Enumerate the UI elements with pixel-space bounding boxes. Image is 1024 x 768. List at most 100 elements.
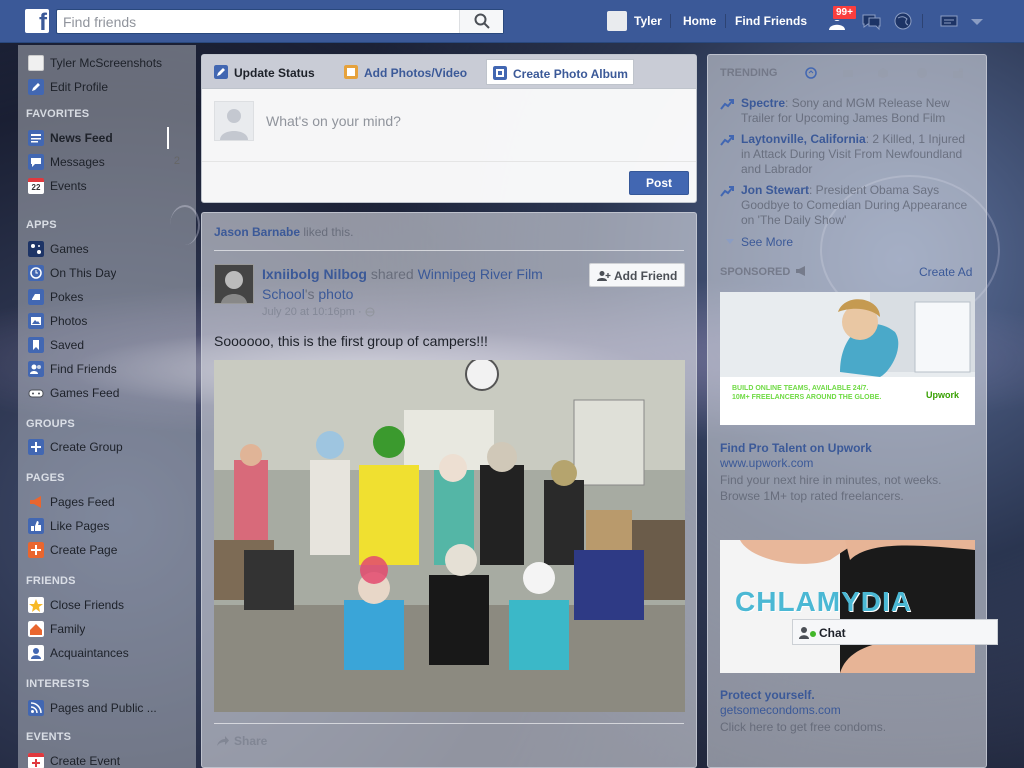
find-friends-link[interactable]: Find Friends [735, 14, 807, 28]
acquaintances-icon [28, 645, 44, 661]
sidebar-item-label: Create Page [50, 543, 118, 557]
trending-politics-icon[interactable] [841, 67, 855, 79]
chat-tab[interactable]: Chat [792, 619, 998, 645]
sidebar-item-label: Tyler McScreenshots [50, 56, 163, 70]
post-photo[interactable] [214, 360, 685, 712]
share-button[interactable]: Share [234, 734, 267, 748]
avatar[interactable] [607, 11, 627, 31]
timestamp[interactable]: July 20 at 10:16pm · [262, 306, 375, 318]
sidebar-item-find-friends[interactable]: Find Friends [28, 360, 188, 378]
sidebar-item-label: Photos [50, 314, 88, 328]
context-actor-link[interactable]: Jason Barnabe [214, 225, 300, 239]
trending-item[interactable]: Spectre: Sony and MGM Release New Traile… [720, 96, 976, 128]
trending-arrow-icon [720, 135, 734, 146]
divider [670, 14, 671, 28]
create-ad-link[interactable]: Create Ad [919, 265, 972, 279]
tab-add-photos-video[interactable]: Add Photos/Video [338, 59, 478, 85]
trending-item[interactable]: Jon Stewart: President Obama Says Goodby… [720, 183, 976, 229]
search-button[interactable] [459, 10, 503, 33]
notifications-icon[interactable] [892, 11, 914, 31]
divider [214, 723, 684, 724]
sidebar-item-games[interactable]: Games [28, 240, 188, 258]
see-more-link[interactable]: See More [741, 235, 793, 249]
messages-icon[interactable] [860, 11, 882, 31]
sidebar-item-create-event[interactable]: Create Event [28, 752, 188, 768]
sidebar-item-pages-and-public[interactable]: Pages and Public ... [28, 699, 188, 717]
sidebar-item-photos[interactable]: Photos [28, 312, 188, 330]
sidebar-item-acquaintances[interactable]: Acquaintances [28, 644, 188, 662]
sidebar-item-close-friends[interactable]: Close Friends [28, 596, 188, 614]
star-icon [28, 597, 44, 613]
home-link[interactable]: Home [683, 14, 716, 28]
sidebar-item-messages[interactable]: Messages 2 [28, 153, 188, 171]
tab-create-photo-album[interactable]: Create Photo Album [486, 59, 634, 85]
ad-image-word: CHLAMYDIA [735, 586, 912, 617]
sidebar-item-label: Pokes [50, 290, 84, 304]
sidebar-item-events[interactable]: 22 Events [28, 177, 188, 195]
ad-title[interactable]: Protect yourself. [720, 688, 815, 702]
privacy-icon[interactable] [938, 11, 960, 31]
status-input[interactable] [266, 109, 686, 133]
story-context: Jason Barnabe liked this. [214, 225, 353, 239]
tab-label: Update Status [234, 66, 315, 80]
thumbs-up-icon [28, 518, 44, 534]
section-header-groups: GROUPS [26, 418, 75, 430]
trending-topic[interactable]: Jon Stewart [741, 183, 809, 197]
profile-link[interactable]: Tyler [634, 14, 662, 28]
trending-all-icon[interactable] [804, 67, 818, 79]
photo-link[interactable]: photo [318, 286, 353, 302]
sidebar-item-label: Find Friends [50, 362, 117, 376]
sidebar-item-label: Events [50, 179, 87, 193]
calendar-icon: 22 [28, 178, 44, 194]
sidebar-item-pages-feed[interactable]: Pages Feed [28, 493, 188, 511]
ad-image-condoms[interactable]: CHLAMYDIA [720, 540, 975, 673]
upwork-logo: Upwork [926, 390, 960, 400]
add-friend-button[interactable]: Add Friend [589, 263, 685, 287]
tab-update-status[interactable]: Update Status [208, 59, 326, 85]
sidebar-item-label: Messages [50, 155, 105, 169]
trending-entertainment-icon[interactable] [951, 67, 965, 79]
ad-url[interactable]: www.upwork.com [720, 456, 813, 470]
bookmark-icon [28, 337, 44, 353]
sidebar-item-pokes[interactable]: Pokes [28, 288, 188, 306]
ad-url[interactable]: getsomecondoms.com [720, 703, 841, 717]
avatar[interactable] [214, 264, 254, 304]
trending-science-icon[interactable] [876, 67, 890, 79]
search-input[interactable] [57, 10, 459, 33]
sidebar-item-news-feed[interactable]: News Feed [28, 129, 188, 147]
ad-image-upwork[interactable]: BUILD ONLINE TEAMS, AVAILABLE 24/7. 10M+… [720, 292, 975, 425]
account-menu-icon[interactable] [966, 11, 988, 31]
sidebar-item-like-pages[interactable]: Like Pages [28, 517, 188, 535]
sidebar-item-on-this-day[interactable]: On This Day [28, 264, 188, 282]
verb-text: shared [370, 266, 414, 282]
ad-title[interactable]: Find Pro Talent on Upwork [720, 441, 872, 455]
sidebar-item-label: News Feed [50, 131, 113, 145]
flag-plus-icon [28, 542, 44, 558]
sidebar-item-label: Acquaintances [50, 646, 129, 660]
chat-label: Chat [819, 626, 846, 640]
sidebar-item-create-group[interactable]: Create Group [28, 438, 188, 456]
sidebar-item-label: Create Event [50, 754, 121, 768]
section-header-favorites: FAVORITES [26, 108, 90, 120]
unread-count: 2 [173, 155, 180, 167]
globe-icon [365, 307, 375, 317]
sidebar-item-profile[interactable]: Tyler McScreenshots [28, 54, 188, 72]
context-action-text: liked this. [303, 225, 354, 239]
trending-sports-icon[interactable] [915, 67, 929, 79]
post-button[interactable]: Post [629, 171, 689, 195]
default-avatar-icon [220, 109, 248, 140]
facebook-logo[interactable]: f [25, 9, 49, 33]
sidebar-item-edit-profile[interactable]: Edit Profile [28, 78, 188, 96]
author-link[interactable]: Ixniibolg Nilbog [262, 266, 367, 282]
photos-icon [28, 313, 44, 329]
sidebar-item-create-page[interactable]: Create Page [28, 541, 188, 559]
plus-icon [28, 439, 44, 455]
trending-topic[interactable]: Spectre [741, 96, 785, 110]
sidebar-item-saved[interactable]: Saved [28, 336, 188, 354]
ad-image-caption-2: 10M+ FREELANCERS AROUND THE GLOBE. [732, 394, 882, 401]
calendar-plus-icon [28, 753, 44, 768]
sidebar-item-family[interactable]: Family [28, 620, 188, 638]
trending-item[interactable]: Laytonville, California: 2 Killed, 1 Inj… [720, 132, 976, 178]
sidebar-item-games-feed[interactable]: Games Feed [28, 384, 188, 402]
trending-topic[interactable]: Laytonville, California [741, 132, 866, 146]
